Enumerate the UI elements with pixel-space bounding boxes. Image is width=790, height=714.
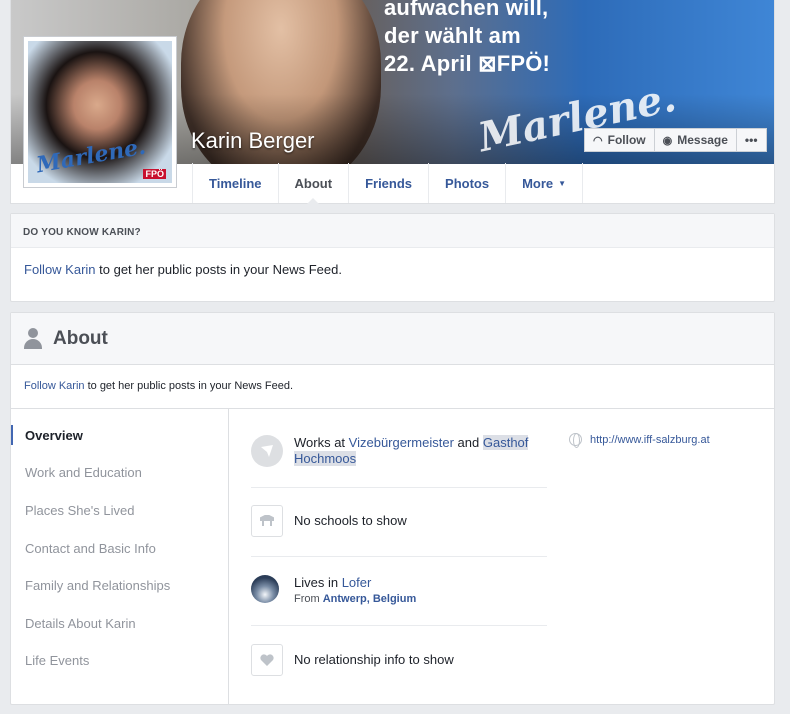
tab-photos[interactable]: Photos: [428, 163, 505, 203]
current-city-link[interactable]: Lofer: [342, 575, 372, 590]
sidebar-item-work-education[interactable]: Work and Education: [25, 465, 142, 480]
card-title: DO YOU KNOW KARIN?: [11, 214, 774, 248]
globe-icon: [569, 433, 582, 448]
website-link[interactable]: http://www.iff-salzburg.at: [590, 434, 710, 446]
profile-header: aufwachen will, der wählt am 22. April ⊠…: [10, 0, 775, 204]
sidebar-item-life-events[interactable]: Life Events: [25, 653, 89, 668]
tab-timeline[interactable]: Timeline: [192, 163, 278, 203]
tab-more[interactable]: More ▼: [505, 163, 584, 203]
chevron-down-icon: ▼: [558, 178, 567, 188]
sidebar-item-overview[interactable]: Overview: [25, 428, 83, 443]
sidebar-item-places-lived[interactable]: Places She's Lived: [25, 503, 134, 518]
follow-button[interactable]: ◠ Follow: [584, 128, 655, 152]
profile-name[interactable]: Karin Berger: [191, 128, 315, 154]
messenger-icon: ◉: [662, 134, 673, 147]
cover-action-buttons: ◠ Follow ◉ Message •••: [584, 128, 767, 152]
person-icon: [23, 327, 43, 350]
active-indicator: [11, 425, 13, 445]
profile-pic-brand: Marlene.: [34, 133, 148, 179]
relationship-row: No relationship info to show: [251, 644, 547, 676]
follow-text: to get her public posts in your News Fee…: [95, 262, 342, 277]
profile-picture[interactable]: Marlene. FPÖ: [23, 36, 177, 188]
schools-row: No schools to show: [251, 505, 547, 537]
heart-icon: [251, 644, 283, 676]
follow-link[interactable]: Follow Karin: [24, 380, 85, 392]
follow-link[interactable]: Follow Karin: [24, 262, 96, 277]
about-overview: Works at Vizebürgermeister and Gasthof H…: [229, 409, 774, 705]
tab-friends[interactable]: Friends: [348, 163, 428, 203]
work-row: Works at Vizebürgermeister and Gasthof H…: [251, 435, 547, 467]
profile-tabs: Timeline About Friends Photos More ▼: [192, 163, 584, 204]
sidebar-item-contact-info[interactable]: Contact and Basic Info: [25, 541, 156, 556]
school-icon: [251, 505, 283, 537]
more-options-button[interactable]: •••: [736, 128, 767, 152]
lives-row: Lives in Lofer From Antwerp, Belgium: [251, 575, 547, 607]
profile-pic-badge: FPÖ: [143, 169, 166, 179]
website-row: http://www.iff-salzburg.at: [569, 433, 710, 448]
follow-text: to get her public posts in your News Fee…: [84, 380, 294, 392]
employer-link[interactable]: Vizebürgermeister: [349, 435, 454, 450]
about-card: About Follow Karin to get her public pos…: [10, 312, 775, 705]
cover-slogan: aufwachen will, der wählt am 22. April ⊠…: [384, 0, 551, 76]
tab-about[interactable]: About: [277, 163, 349, 204]
sidebar-item-family-relationships[interactable]: Family and Relationships: [25, 578, 170, 593]
rss-icon: ◠: [593, 134, 603, 147]
message-button[interactable]: ◉ Message: [654, 128, 737, 152]
briefcase-icon: [251, 435, 283, 467]
place-photo-icon[interactable]: [251, 575, 279, 603]
sidebar-item-details[interactable]: Details About Karin: [25, 616, 136, 631]
about-sidebar: Overview Work and Education Places She's…: [11, 409, 229, 705]
hometown-link[interactable]: Antwerp, Belgium: [323, 593, 417, 605]
do-you-know-card: DO YOU KNOW KARIN? Follow Karin to get h…: [10, 213, 775, 302]
about-title[interactable]: About: [53, 328, 108, 350]
